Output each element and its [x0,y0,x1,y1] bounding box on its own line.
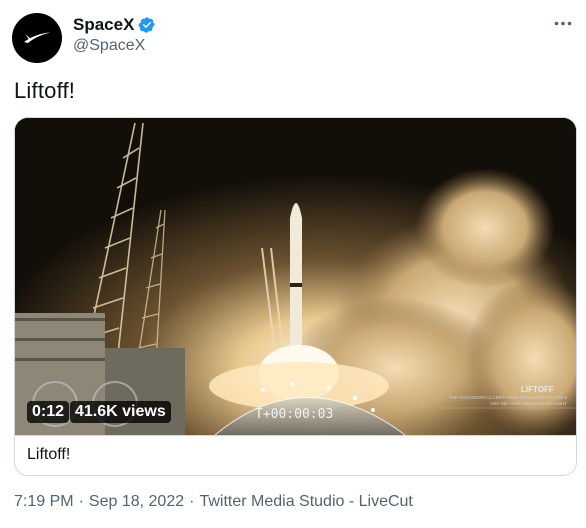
tweet: SpaceX @SpaceX Liftoff! LIFTOFF THE HOLD… [0,0,586,528]
overlay-title: LIFTOFF [521,385,554,394]
video-player[interactable]: LIFTOFF THE HOLDDOWN CLAMPS HAVE RELEASE… [15,118,576,435]
tweet-metadata: 7:19 PM · Sep 18, 2022 · Twitter Media S… [14,493,413,511]
name-row: SpaceX [73,15,156,35]
spacex-logo-icon [24,32,50,43]
card-caption: Liftoff! [27,446,71,463]
more-options-button[interactable] [552,16,574,30]
handle[interactable]: @SpaceX [73,37,145,55]
launch-video-frame [15,118,576,435]
view-count-badge: 41.6K views [70,401,171,423]
card-divider [15,435,576,436]
overlay-subtitle: THE HOLDDOWN CLAMPS HAVE RELEASED FALCON… [448,395,567,406]
tweet-date[interactable]: Sep 18, 2022 [89,493,184,511]
separator-dot: · [78,493,84,510]
tweet-text: Liftoff! [14,78,76,103]
verified-badge-icon [139,17,156,33]
more-options-icon [554,21,572,25]
tweet-time[interactable]: 7:19 PM [14,493,74,511]
avatar[interactable] [12,13,62,63]
display-name[interactable]: SpaceX [73,15,134,35]
mission-clock: T+00:00:03 [255,407,334,422]
video-duration-badge: 0:12 [27,401,70,423]
tweet-source[interactable]: Twitter Media Studio - LiveCut [199,493,412,511]
media-card[interactable]: LIFTOFF THE HOLDDOWN CLAMPS HAVE RELEASE… [14,117,577,476]
separator-dot: · [189,493,195,510]
